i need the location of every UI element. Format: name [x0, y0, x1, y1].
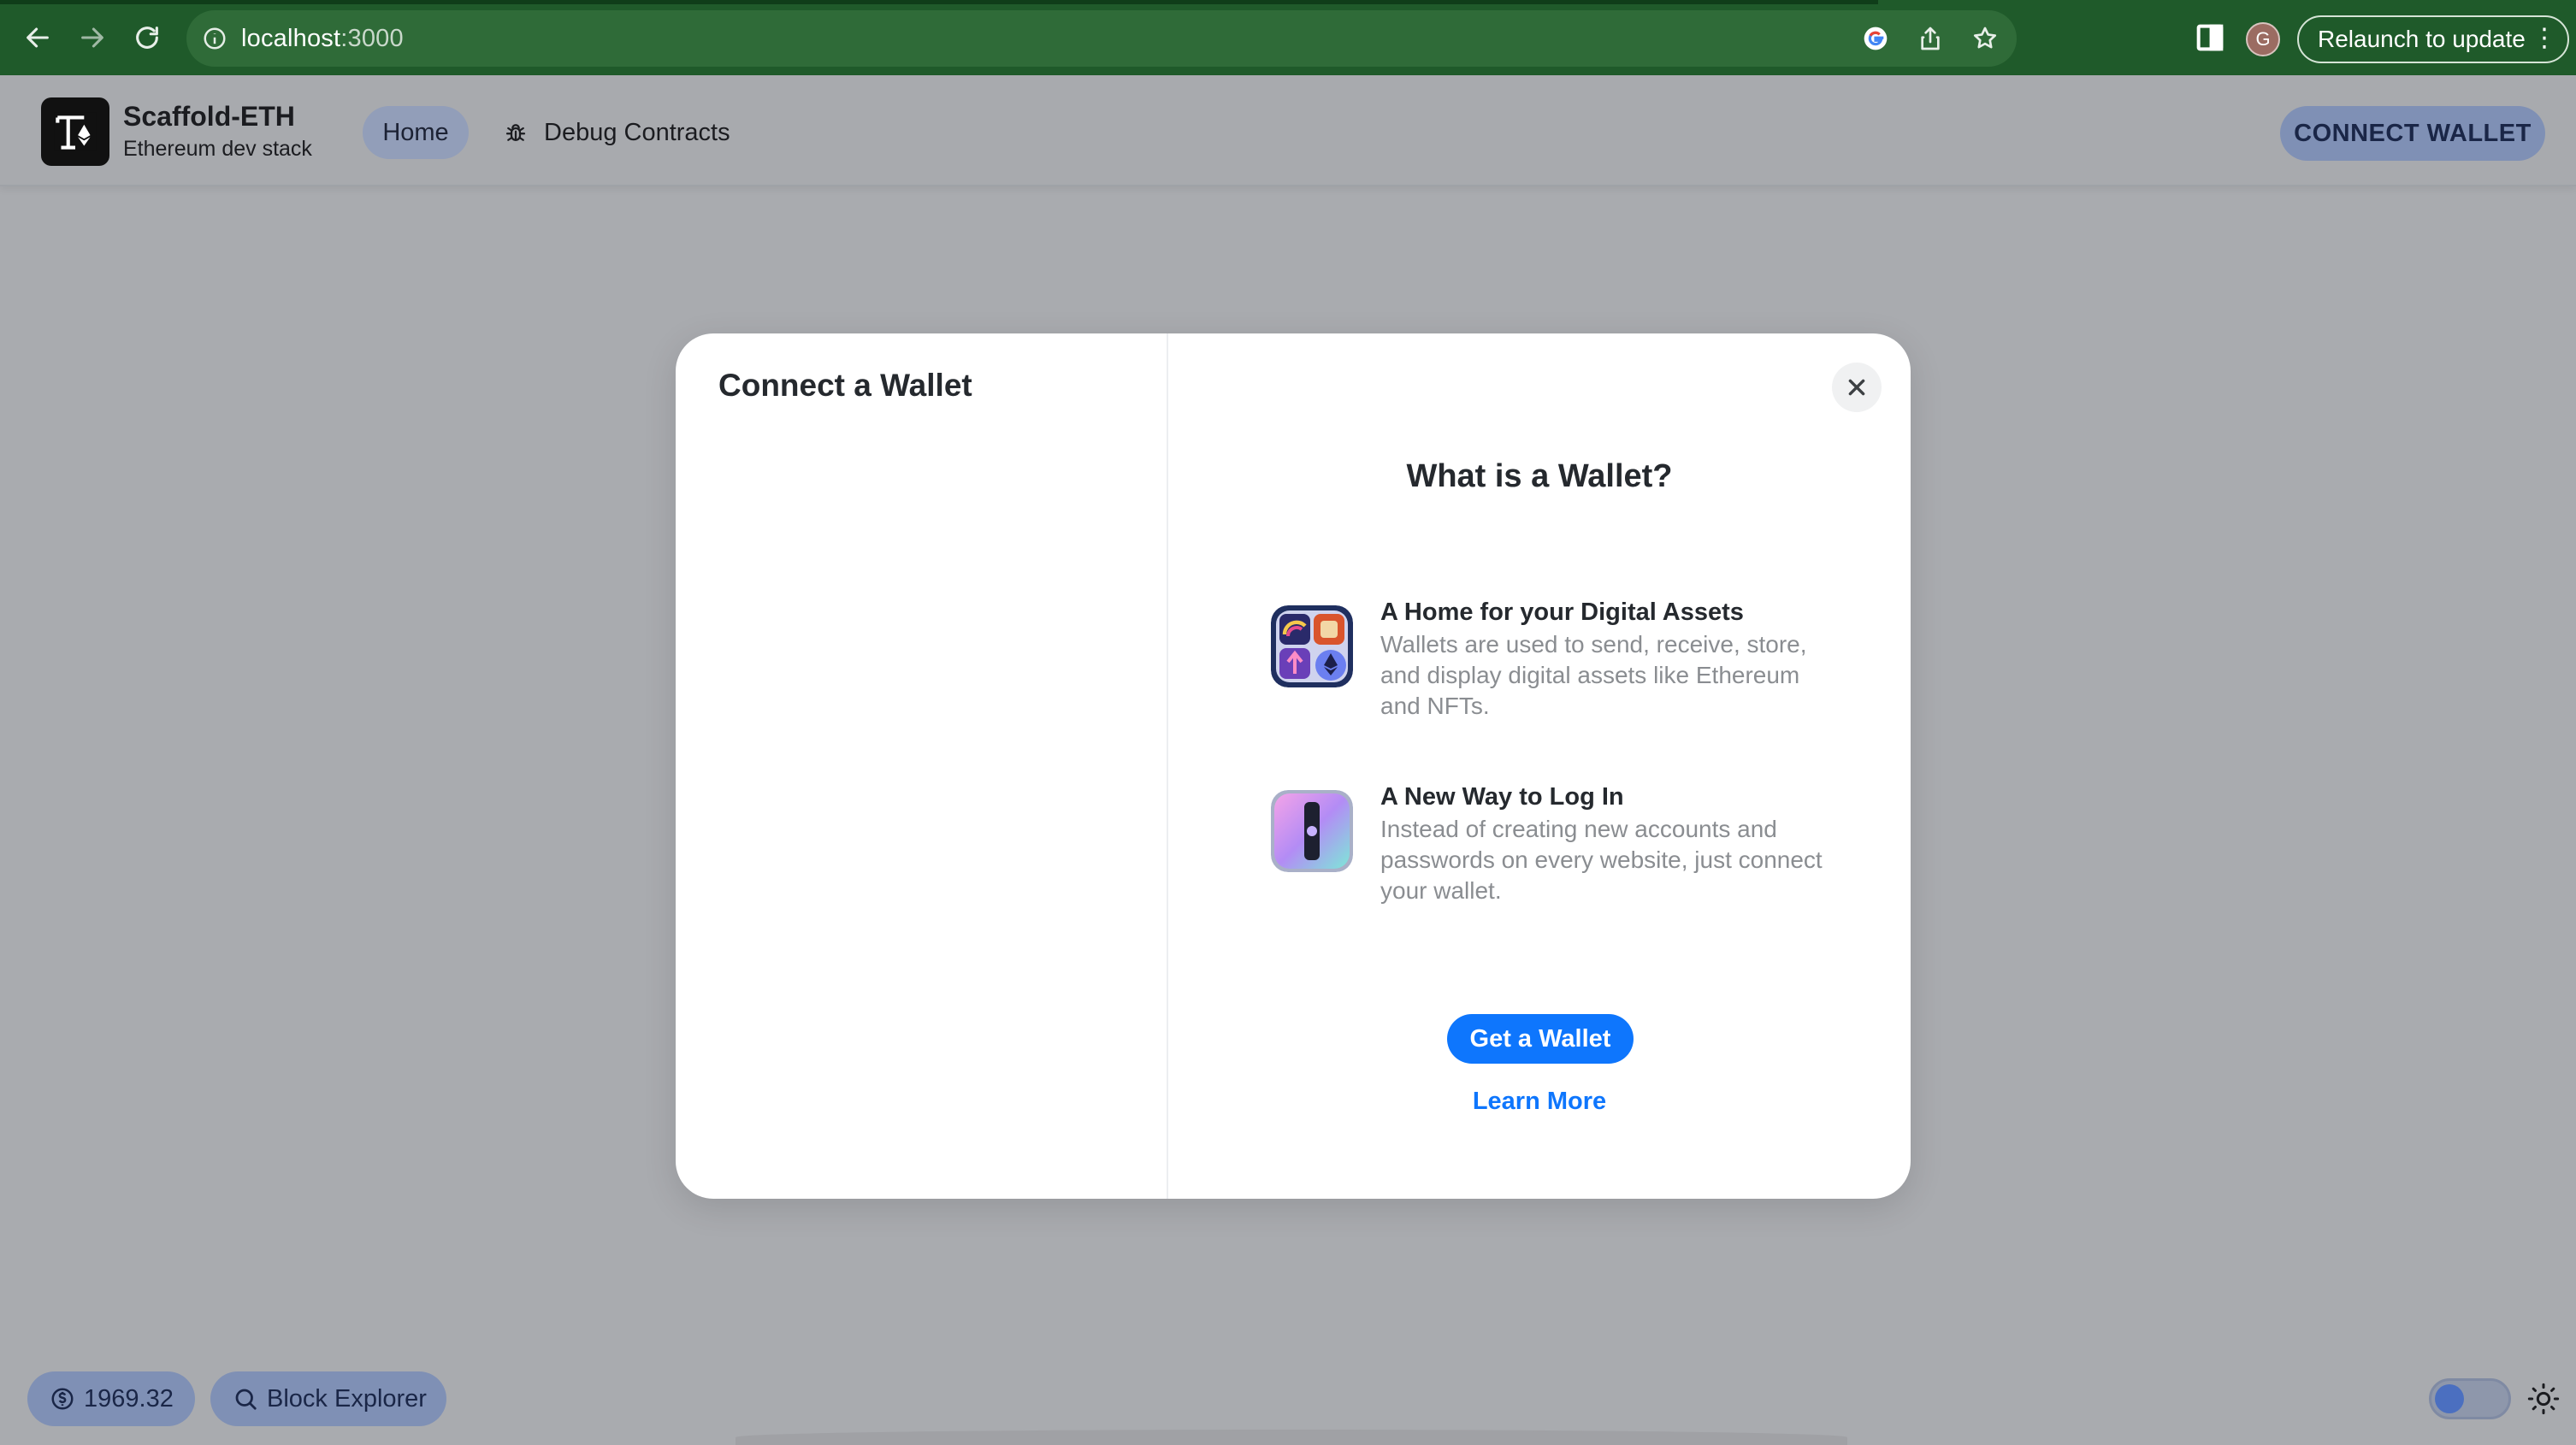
- block-explorer-button[interactable]: Block Explorer: [210, 1371, 446, 1426]
- toggle-knob: [2435, 1384, 2464, 1413]
- nav-debug-contracts[interactable]: Debug Contracts: [503, 106, 730, 159]
- url-port: :3000: [340, 24, 404, 52]
- back-button[interactable]: [12, 12, 63, 63]
- app-header: Scaffold-ETH Ethereum dev stack Home Deb…: [0, 75, 2576, 186]
- block-explorer-label: Block Explorer: [267, 1384, 427, 1413]
- google-icon: [1864, 27, 1888, 50]
- arrow-left-icon: [27, 27, 49, 48]
- site-info-icon[interactable]: [202, 26, 227, 51]
- page-bottom-shadow: [736, 1430, 1847, 1445]
- url-host: localhost: [241, 24, 341, 52]
- keyhole-icon: [1271, 790, 1353, 872]
- assets-grid-icon: [1271, 605, 1353, 687]
- connect-wallet-modal: Connect a Wallet What is a Wallet? A Hom…: [676, 333, 1911, 1199]
- modal-title: Connect a Wallet: [718, 368, 972, 403]
- eth-price-value: 1969.32: [84, 1384, 174, 1413]
- close-modal-button[interactable]: [1832, 363, 1882, 412]
- arrow-right-icon: [81, 27, 103, 48]
- page-load-progress: [0, 0, 1878, 4]
- relaunch-label: Relaunch to update: [2318, 26, 2526, 52]
- side-panel-icon[interactable]: [2193, 21, 2227, 55]
- feature-description: Wallets are used to send, receive, store…: [1380, 631, 1807, 719]
- dollar-circle-icon: [51, 1388, 74, 1410]
- star-icon: [1973, 27, 1997, 49]
- sun-icon: [2527, 1383, 2560, 1415]
- close-icon: [1848, 379, 1865, 396]
- share-icon: [1921, 27, 1940, 50]
- profile-avatar[interactable]: G: [2246, 22, 2280, 56]
- feature-heading: A New Way to Log In: [1380, 783, 1624, 811]
- scaffold-logo-icon: [54, 112, 97, 151]
- relaunch-to-update-button[interactable]: Relaunch to update ⋮: [2297, 15, 2569, 63]
- reload-icon: [136, 27, 158, 49]
- search-icon: [235, 1389, 257, 1410]
- brand-title[interactable]: Scaffold-ETH: [123, 101, 295, 133]
- what-is-wallet-title: What is a Wallet?: [1406, 458, 1673, 494]
- feature-description: Instead of creating new accounts and pas…: [1380, 816, 1823, 904]
- url-text[interactable]: localhost:3000: [241, 25, 404, 53]
- forward-button[interactable]: [67, 12, 118, 63]
- eth-price-badge[interactable]: 1969.32: [27, 1371, 195, 1426]
- bug-icon: [505, 124, 526, 141]
- reload-button[interactable]: [121, 12, 173, 63]
- google-lens-button[interactable]: [1858, 21, 1894, 56]
- learn-more-link[interactable]: Learn More: [1168, 1088, 1911, 1116]
- more-vertical-icon[interactable]: ⋮: [2532, 26, 2557, 51]
- nav-debug-label: Debug Contracts: [544, 118, 730, 146]
- get-a-wallet-button[interactable]: Get a Wallet: [1447, 1014, 1634, 1064]
- browser-toolbar: localhost:3000 G Relaunch to update ⋮: [0, 0, 2576, 75]
- nav-home[interactable]: Home: [363, 106, 469, 159]
- bookmark-button[interactable]: [1967, 21, 2003, 56]
- theme-toggle[interactable]: [2429, 1378, 2511, 1419]
- wallet-list-panel: [676, 333, 1168, 1199]
- feature-heading: A Home for your Digital Assets: [1380, 599, 1744, 626]
- scaffold-eth-logo[interactable]: [41, 97, 109, 166]
- connect-wallet-button[interactable]: CONNECT WALLET: [2280, 106, 2545, 161]
- brand-subtitle: Ethereum dev stack: [123, 137, 312, 161]
- share-button[interactable]: [1912, 21, 1948, 56]
- address-bar[interactable]: localhost:3000: [186, 10, 2017, 67]
